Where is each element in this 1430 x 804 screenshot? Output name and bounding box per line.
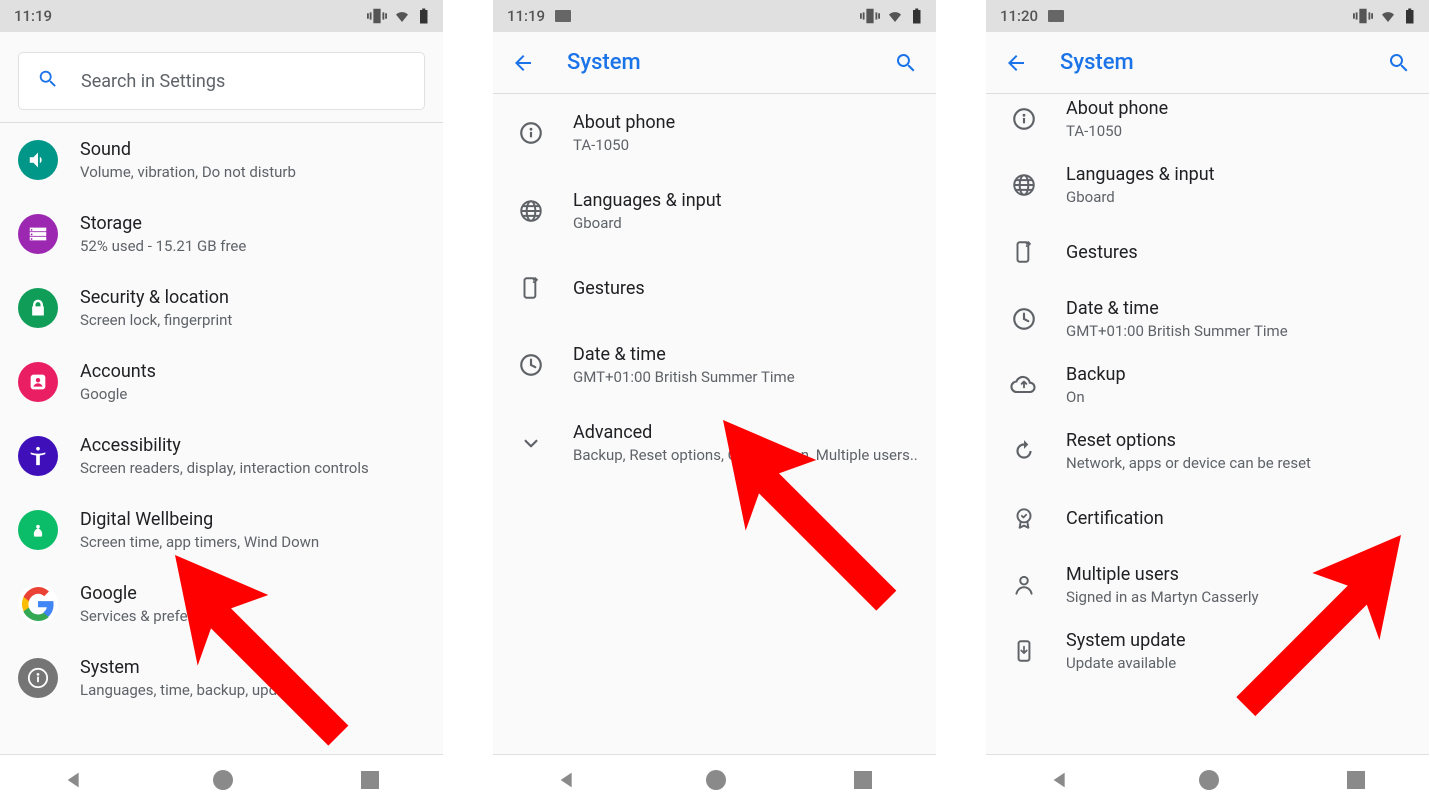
nav-home[interactable] bbox=[706, 770, 726, 790]
screen-system-collapsed: 11:19 System About phone TA-1050 Languag… bbox=[493, 0, 936, 804]
status-bar: 11:19 bbox=[0, 0, 443, 32]
status-bar: 11:19 bbox=[493, 0, 936, 32]
update-icon bbox=[1004, 631, 1044, 671]
nav-back[interactable] bbox=[557, 769, 579, 791]
nav-home[interactable] bbox=[1199, 770, 1219, 790]
header: System bbox=[986, 32, 1429, 94]
row-gestures[interactable]: Gestures bbox=[493, 250, 936, 326]
header-title: System bbox=[1060, 50, 1387, 75]
row-accounts[interactable]: Accounts Google bbox=[0, 345, 443, 419]
settings-list: Sound Volume, vibration, Do not disturb … bbox=[0, 123, 443, 715]
storage-icon bbox=[18, 214, 58, 254]
cert-icon bbox=[1004, 498, 1044, 538]
google-icon bbox=[18, 584, 58, 624]
nav-bar bbox=[0, 754, 443, 804]
row-multiple-users[interactable]: Multiple users Signed in as Martyn Casse… bbox=[986, 552, 1429, 618]
row-title: Sound bbox=[80, 139, 425, 160]
clock-icon bbox=[1004, 299, 1044, 339]
status-time: 11:19 bbox=[14, 7, 52, 25]
status-bar: 11:20 bbox=[986, 0, 1429, 32]
row-sub: Volume, vibration, Do not disturb bbox=[80, 163, 425, 181]
search-button[interactable] bbox=[1387, 51, 1411, 75]
row-backup[interactable]: Backup On bbox=[986, 352, 1429, 418]
row-reset[interactable]: Reset options Network, apps or device ca… bbox=[986, 418, 1429, 484]
info-icon bbox=[18, 658, 58, 698]
row-about-phone[interactable]: About phone TA-1050 bbox=[986, 88, 1429, 152]
row-wellbeing[interactable]: Digital Wellbeing Screen time, app timer… bbox=[0, 493, 443, 567]
wifi-icon bbox=[1379, 8, 1397, 24]
wifi-icon bbox=[886, 8, 904, 24]
header: System bbox=[493, 32, 936, 94]
row-advanced[interactable]: Advanced Backup, Reset options, Certific… bbox=[493, 404, 936, 482]
battery-icon bbox=[1403, 7, 1415, 25]
globe-icon bbox=[511, 191, 551, 231]
wellbeing-icon bbox=[18, 510, 58, 550]
gesture-icon bbox=[1004, 232, 1044, 272]
search-placeholder: Search in Settings bbox=[81, 71, 225, 92]
row-datetime[interactable]: Date & time GMT+01:00 British Summer Tim… bbox=[493, 326, 936, 404]
gallery-icon bbox=[1048, 10, 1064, 22]
vibrate-icon bbox=[1353, 8, 1373, 24]
reset-icon bbox=[1004, 431, 1044, 471]
accessibility-icon bbox=[18, 436, 58, 476]
battery-icon bbox=[417, 7, 429, 25]
info-icon bbox=[511, 113, 551, 153]
nav-bar bbox=[493, 754, 936, 804]
back-button[interactable] bbox=[511, 51, 535, 75]
row-languages[interactable]: Languages & input Gboard bbox=[493, 172, 936, 250]
lock-icon bbox=[18, 288, 58, 328]
row-languages[interactable]: Languages & input Gboard bbox=[986, 152, 1429, 218]
vibrate-icon bbox=[860, 8, 880, 24]
gesture-icon bbox=[511, 268, 551, 308]
person-icon bbox=[1004, 565, 1044, 605]
gallery-icon bbox=[555, 10, 571, 22]
wifi-icon bbox=[393, 8, 411, 24]
search-icon bbox=[37, 68, 59, 94]
nav-back[interactable] bbox=[64, 769, 86, 791]
info-icon bbox=[1004, 99, 1044, 139]
system-list: About phone TA-1050 Languages & input Gb… bbox=[493, 94, 936, 482]
row-about-phone[interactable]: About phone TA-1050 bbox=[493, 94, 936, 172]
cloud-icon bbox=[1004, 365, 1044, 405]
nav-home[interactable] bbox=[213, 770, 233, 790]
status-time: 11:19 bbox=[507, 7, 545, 25]
row-sound[interactable]: Sound Volume, vibration, Do not disturb bbox=[0, 123, 443, 197]
nav-recent[interactable] bbox=[1347, 771, 1365, 789]
row-system[interactable]: System Languages, time, backup, updates bbox=[0, 641, 443, 715]
chevron-down-icon bbox=[511, 423, 551, 463]
vibrate-icon bbox=[367, 8, 387, 24]
search-settings[interactable]: Search in Settings bbox=[18, 52, 425, 110]
sound-icon bbox=[18, 140, 58, 180]
clock-icon bbox=[511, 345, 551, 385]
screen-settings-main: 11:19 Search in Settings Sound Volume, v… bbox=[0, 0, 443, 804]
row-accessibility[interactable]: Accessibility Screen readers, display, i… bbox=[0, 419, 443, 493]
row-gestures[interactable]: Gestures bbox=[986, 218, 1429, 286]
row-datetime[interactable]: Date & time GMT+01:00 British Summer Tim… bbox=[986, 286, 1429, 352]
system-list: About phone TA-1050 Languages & input Gb… bbox=[986, 88, 1429, 684]
battery-icon bbox=[910, 7, 922, 25]
nav-bar bbox=[986, 754, 1429, 804]
nav-back[interactable] bbox=[1050, 769, 1072, 791]
header-title: System bbox=[567, 50, 894, 75]
nav-recent[interactable] bbox=[361, 771, 379, 789]
row-certification[interactable]: Certification bbox=[986, 484, 1429, 552]
nav-recent[interactable] bbox=[854, 771, 872, 789]
row-security[interactable]: Security & location Screen lock, fingerp… bbox=[0, 271, 443, 345]
search-button[interactable] bbox=[894, 51, 918, 75]
screen-system-expanded: 11:20 System About phone TA-1050 Languag… bbox=[986, 0, 1429, 804]
row-storage[interactable]: Storage 52% used - 15.21 GB free bbox=[0, 197, 443, 271]
row-google[interactable]: Google Services & preferences bbox=[0, 567, 443, 641]
row-system-update[interactable]: System update Update available bbox=[986, 618, 1429, 684]
globe-icon bbox=[1004, 165, 1044, 205]
status-time: 11:20 bbox=[1000, 7, 1038, 25]
accounts-icon bbox=[18, 362, 58, 402]
back-button[interactable] bbox=[1004, 51, 1028, 75]
